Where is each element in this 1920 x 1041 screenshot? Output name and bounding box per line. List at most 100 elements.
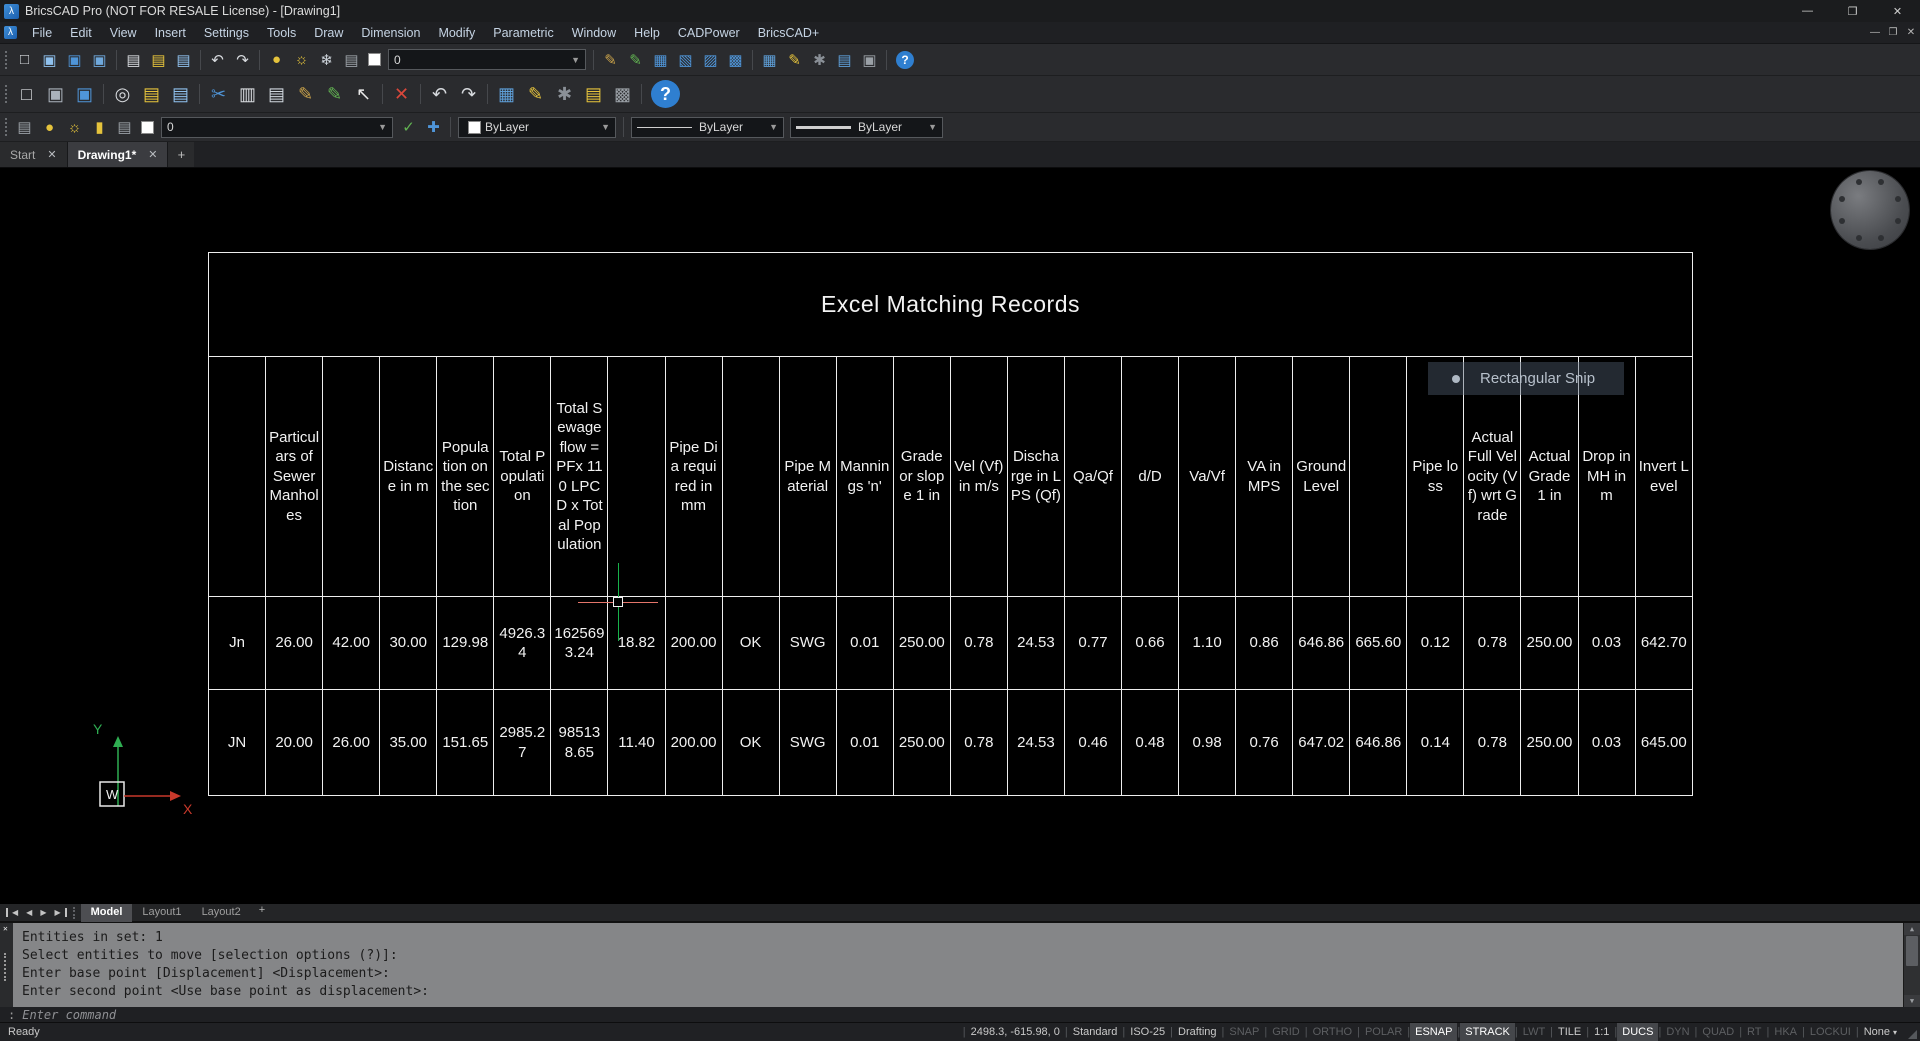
menu-dimension[interactable]: Dimension: [352, 22, 429, 43]
delete-icon[interactable]: ✕: [387, 80, 416, 108]
status-toggle-quad[interactable]: QUAD: [1697, 1023, 1739, 1041]
toolbar-grip[interactable]: [5, 51, 7, 69]
sheet-set-icon[interactable]: ▤: [832, 48, 857, 72]
layer-thaw-icon[interactable]: ☼: [62, 115, 87, 139]
format-painter-icon[interactable]: ✎: [291, 80, 320, 108]
close-button[interactable]: ✕: [1875, 0, 1920, 22]
table-icon[interactable]: ▦: [492, 80, 521, 108]
command-history-panel[interactable]: ✕ Entities in set: 1Select entities to m…: [0, 922, 1920, 1007]
open-drawing-icon[interactable]: ▣: [41, 80, 70, 108]
layer-state-icon[interactable]: ✓: [396, 115, 421, 139]
menu-view[interactable]: View: [101, 22, 146, 43]
page-setup-icon[interactable]: ▤: [121, 48, 146, 72]
console-docking-strip[interactable]: ✕: [0, 923, 13, 1007]
layers-manager-icon[interactable]: ▤: [12, 115, 37, 139]
layer-plot-icon[interactable]: ▤: [339, 48, 364, 72]
status-toggle-strack[interactable]: STRACK: [1460, 1023, 1515, 1041]
edit-add-icon[interactable]: ✎: [320, 80, 349, 108]
redo-icon[interactable]: ↷: [454, 80, 483, 108]
navigation-ball[interactable]: [1831, 171, 1909, 249]
layer-combo[interactable]: 0▼: [388, 49, 586, 70]
menu-modify[interactable]: Modify: [429, 22, 484, 43]
match-properties-icon[interactable]: ✎: [598, 48, 623, 72]
undo-icon[interactable]: ↶: [205, 48, 230, 72]
minimize-button[interactable]: —: [1785, 0, 1830, 22]
save-drawing-icon[interactable]: ▣: [70, 80, 99, 108]
status-toggle-drafting[interactable]: Drafting: [1173, 1023, 1222, 1041]
mdi-minimize-button[interactable]: —: [1866, 27, 1884, 38]
print-preview-icon[interactable]: ◎: [108, 80, 137, 108]
menu-edit[interactable]: Edit: [61, 22, 101, 43]
status-toggle-ducs[interactable]: DUCS: [1617, 1023, 1658, 1041]
drawing-explorer-icon[interactable]: ▦: [757, 48, 782, 72]
status-toggle-hka[interactable]: HKA: [1769, 1023, 1802, 1041]
image-export-icon[interactable]: ▩: [608, 80, 637, 108]
settings-icon[interactable]: ✱: [807, 48, 832, 72]
publish-icon[interactable]: ▤: [171, 48, 196, 72]
status-toggle-lwt[interactable]: LWT: [1518, 1023, 1550, 1041]
layer-on-icon[interactable]: ●: [37, 115, 62, 139]
previous-layout-button[interactable]: ◀: [22, 908, 36, 917]
edit-properties-icon[interactable]: ✎: [623, 48, 648, 72]
layout-tab-layout1[interactable]: Layout1: [132, 904, 191, 922]
save-as-icon[interactable]: ▣: [87, 48, 112, 72]
drawing-canvas[interactable]: Excel Matching RecordsParticulars of Sew…: [0, 168, 1920, 904]
edit-pen-icon[interactable]: ✎: [521, 80, 550, 108]
lineweight-combo[interactable]: ByLayer▼: [790, 117, 943, 138]
close-icon[interactable]: ✕: [148, 148, 157, 161]
select-previous-icon[interactable]: ▨: [698, 48, 723, 72]
status-toggle-dyn[interactable]: DYN: [1661, 1023, 1694, 1041]
menu-file[interactable]: File: [23, 22, 61, 43]
status-toggle-grid[interactable]: GRID: [1267, 1023, 1305, 1041]
help-icon[interactable]: ?: [896, 51, 914, 69]
toolbar-grip[interactable]: [5, 118, 7, 136]
select-cursor-icon[interactable]: ↖: [349, 80, 378, 108]
status-toggle-tile[interactable]: TILE: [1553, 1023, 1586, 1041]
status-toggle-standard[interactable]: Standard: [1068, 1023, 1123, 1041]
menu-settings[interactable]: Settings: [195, 22, 258, 43]
new-tab-button[interactable]: +: [168, 142, 194, 167]
layer-freeze-icon[interactable]: ❄: [314, 48, 339, 72]
scrollbar-thumb[interactable]: [1906, 936, 1918, 966]
console-grip[interactable]: [4, 953, 6, 981]
open-file-icon[interactable]: ▣: [37, 48, 62, 72]
new-layer-icon[interactable]: ✚: [421, 115, 446, 139]
menu-parametric[interactable]: Parametric: [484, 22, 562, 43]
copy-icon[interactable]: ▥: [233, 80, 262, 108]
console-close-icon[interactable]: ✕: [3, 924, 8, 933]
layout-tab-layout2[interactable]: Layout2: [192, 904, 251, 922]
export-icon[interactable]: ▤: [166, 80, 195, 108]
menu-cadpower[interactable]: CADPower: [669, 22, 749, 43]
color-chip[interactable]: [141, 121, 154, 134]
gear-icon[interactable]: ✱: [550, 80, 579, 108]
menu-window[interactable]: Window: [563, 22, 625, 43]
scroll-down-icon[interactable]: ▼: [1904, 995, 1920, 1007]
select-crossing-icon[interactable]: ▧: [673, 48, 698, 72]
mdi-close-button[interactable]: ✕: [1902, 27, 1920, 38]
status-toggle-snap[interactable]: SNAP: [1224, 1023, 1264, 1041]
layer-plot-icon[interactable]: ▤: [112, 115, 137, 139]
layout-tab-model[interactable]: Model: [81, 904, 133, 922]
restore-button[interactable]: ❐: [1830, 0, 1875, 22]
new-file-icon[interactable]: □: [12, 48, 37, 72]
new-drawing-icon[interactable]: □: [12, 80, 41, 108]
scroll-up-icon[interactable]: ▲: [1904, 923, 1920, 935]
paste-icon[interactable]: ▤: [262, 80, 291, 108]
render-icon[interactable]: ▣: [857, 48, 882, 72]
close-icon[interactable]: ✕: [47, 148, 56, 161]
menu-insert[interactable]: Insert: [146, 22, 195, 43]
command-input-line[interactable]: : Enter command: [0, 1007, 1920, 1022]
menu-draw[interactable]: Draw: [305, 22, 352, 43]
status-toggle-lockui[interactable]: LOCKUI: [1805, 1023, 1856, 1041]
status-toggle-11[interactable]: 1:1: [1589, 1023, 1614, 1041]
layout-bar-grip[interactable]: [73, 907, 75, 919]
print-icon[interactable]: ▤: [137, 80, 166, 108]
color-chip[interactable]: [368, 53, 381, 66]
layer-thaw-icon[interactable]: ☼: [289, 48, 314, 72]
status-toggle-polar[interactable]: POLAR: [1360, 1023, 1407, 1041]
menu-bricscad-[interactable]: BricsCAD+: [749, 22, 828, 43]
help-icon[interactable]: ?: [651, 80, 680, 108]
menu-tools[interactable]: Tools: [258, 22, 305, 43]
print-settings-icon[interactable]: ▤: [146, 48, 171, 72]
status-toggle-rt[interactable]: RT: [1742, 1023, 1766, 1041]
